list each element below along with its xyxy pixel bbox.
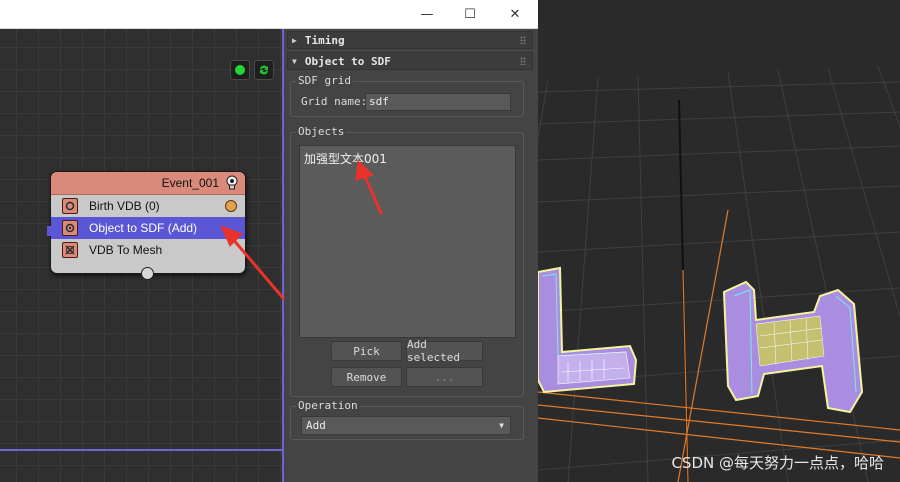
maximize-button[interactable]: ☐ <box>447 0 493 29</box>
operation-group: Operation Add ▼ <box>290 399 524 440</box>
sdf-grid-group: SDF grid Grid name: sdf <box>290 74 524 117</box>
lightbulb-icon[interactable] <box>225 175 239 191</box>
grid-name-label: Grid name: <box>301 95 368 108</box>
pick-button[interactable]: Pick <box>331 341 402 361</box>
viewport-scene <box>538 65 900 482</box>
close-button[interactable]: ✕ <box>492 0 538 29</box>
objects-group: Objects 加强型文本001 Pick Add selected Remov… <box>290 125 524 397</box>
more-button[interactable]: ... <box>406 367 483 387</box>
operator-object-to-sdf[interactable]: Object to SDF (Add) <box>51 217 245 239</box>
output-port[interactable] <box>225 200 237 212</box>
grip-icon[interactable] <box>520 57 526 65</box>
watermark: CSDN @每天努力一点点，哈哈 <box>671 454 884 472</box>
birth-operator-icon <box>62 198 78 214</box>
run-status-icon[interactable] <box>230 60 250 80</box>
viewport-3d[interactable]: CSDN @每天努力一点点，哈哈 <box>538 0 900 482</box>
operation-select[interactable]: Add ▼ <box>301 416 511 435</box>
letter-h-mesh <box>722 280 864 414</box>
objects-listbox[interactable]: 加强型文本001 <box>299 145 516 338</box>
minimize-button[interactable]: — <box>404 0 450 29</box>
node-title: Event_001 <box>161 176 219 190</box>
expanded-arrow-icon: ▼ <box>292 56 297 66</box>
group-label: SDF grid <box>296 74 353 87</box>
group-label: Operation <box>296 399 360 412</box>
sdf-operator-icon <box>62 220 78 236</box>
editor-toolbar <box>230 60 274 80</box>
remove-button[interactable]: Remove <box>331 367 402 387</box>
selection-marker <box>47 226 53 236</box>
letter-l-mesh <box>538 266 638 394</box>
node-output-socket[interactable] <box>141 267 154 280</box>
rollout-title: Object to SDF <box>304 54 391 68</box>
rollout-object-to-sdf[interactable]: ▼ Object to SDF <box>287 52 533 70</box>
chevron-down-icon: ▼ <box>499 421 504 430</box>
window-title-bar: — ☐ ✕ <box>0 0 538 29</box>
collapsed-arrow-icon: ▶ <box>292 35 297 45</box>
ground-grid <box>538 65 900 482</box>
list-item[interactable]: 加强型文本001 <box>304 150 387 167</box>
operator-label: Birth VDB (0) <box>89 199 160 213</box>
select-value: Add <box>306 419 326 432</box>
node-editor: Event_001 Birth VDB (0) Object to SDF (A… <box>0 0 284 482</box>
properties-panel: ▶ Timing ▼ Object to SDF SDF grid Grid n… <box>284 29 538 482</box>
rollout-title: Timing <box>304 33 345 47</box>
editor-border <box>282 29 284 482</box>
grip-icon[interactable] <box>520 36 526 44</box>
grid-name-field[interactable]: sdf <box>365 93 511 111</box>
add-selected-button[interactable]: Add selected <box>406 338 483 364</box>
mesh-operator-icon <box>62 242 78 258</box>
operator-label: Object to SDF (Add) <box>89 221 198 235</box>
event-node[interactable]: Event_001 Birth VDB (0) Object to SDF (A… <box>47 171 246 280</box>
operator-label: VDB To Mesh <box>89 243 163 257</box>
node-header[interactable]: Event_001 <box>51 172 245 195</box>
operator-birth-vdb[interactable]: Birth VDB (0) <box>51 195 245 217</box>
refresh-icon[interactable] <box>254 60 274 80</box>
editor-bottom-border <box>0 449 284 451</box>
operator-vdb-to-mesh[interactable]: VDB To Mesh <box>51 239 245 261</box>
rollout-timing[interactable]: ▶ Timing <box>287 31 533 49</box>
group-label: Objects <box>296 125 347 138</box>
